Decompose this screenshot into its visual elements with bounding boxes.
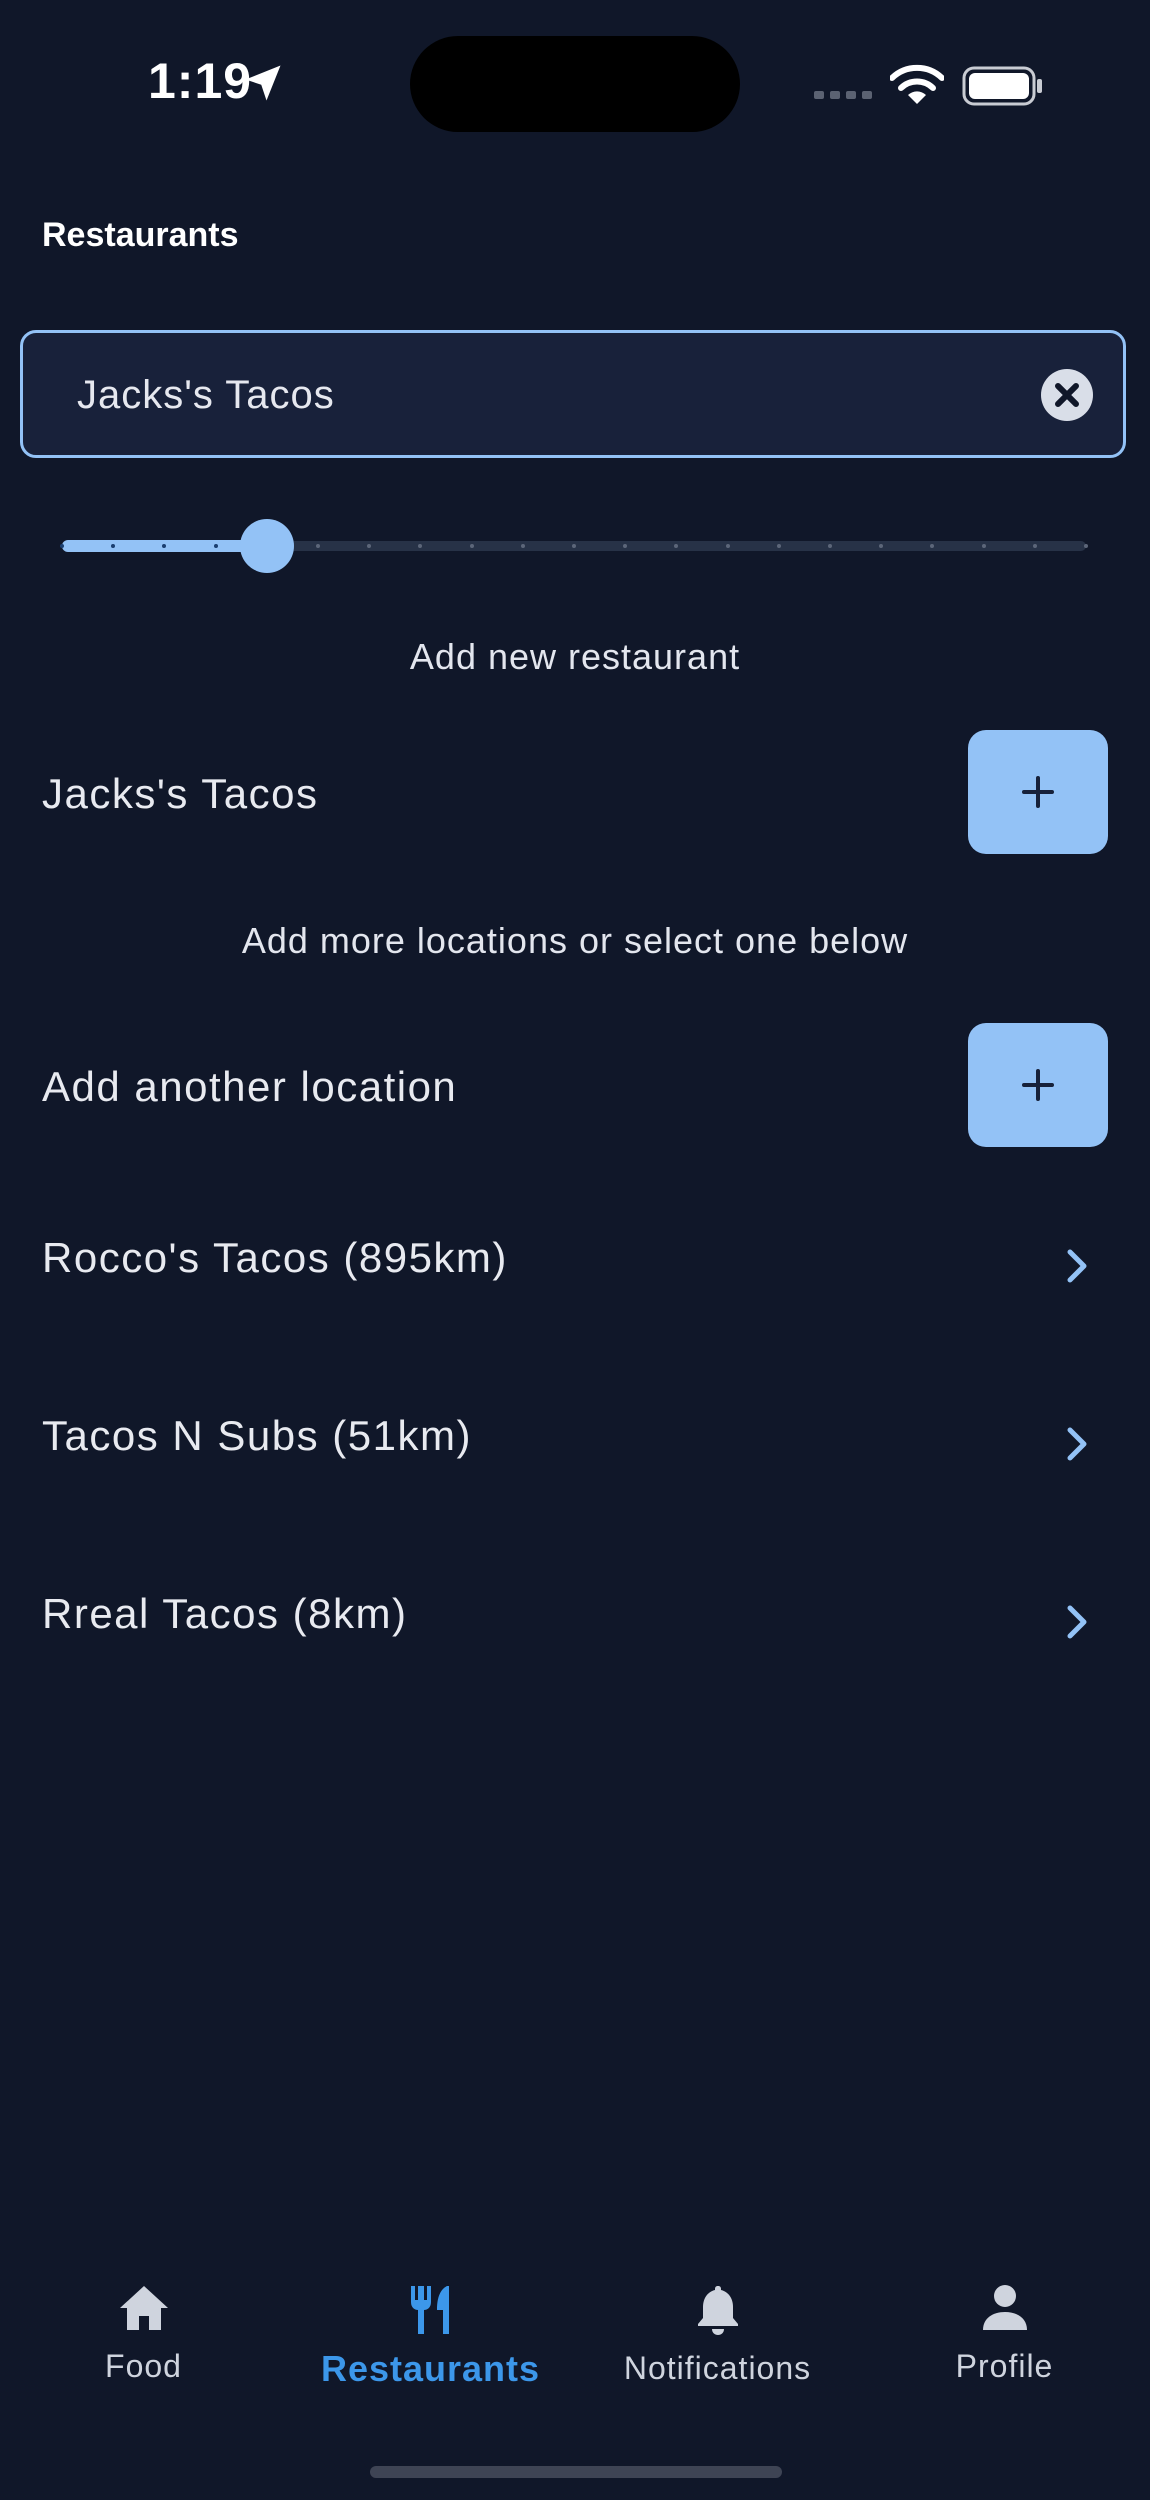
slider-step-dot <box>828 544 832 548</box>
slider-step-dot <box>776 544 781 548</box>
plus-icon <box>1022 776 1054 808</box>
wifi-icon <box>890 64 944 104</box>
fork-knife-icon <box>410 2286 449 2334</box>
plus-icon <box>1022 1069 1054 1101</box>
distance-slider[interactable] <box>60 519 1088 573</box>
dynamic-island <box>410 36 740 132</box>
nav-item-notifications[interactable]: Notifications <box>574 2260 861 2400</box>
slider-step-dot <box>316 544 320 548</box>
slider-step-dot <box>572 544 576 548</box>
bottom-nav: Food Restaurants Notifications Profile <box>0 2260 1150 2440</box>
nav-label: Food <box>105 2348 182 2384</box>
slider-step-dot <box>981 544 986 548</box>
slider-step-dot <box>1084 544 1088 548</box>
new-restaurant-name: Jacks's Tacos <box>42 770 319 817</box>
slider-step-dot <box>725 544 730 548</box>
slider-step-dot <box>60 544 64 548</box>
location-item-label: Tacos N Subs (51km) <box>42 1412 472 1459</box>
slider-thumb[interactable] <box>239 519 294 573</box>
nav-item-food[interactable]: Food <box>0 2260 287 2400</box>
nav-label: Profile <box>955 2348 1054 2384</box>
slider-step-dot <box>520 544 525 548</box>
clear-button[interactable] <box>1041 369 1093 421</box>
search-field[interactable] <box>20 330 1126 458</box>
chevron-right-icon <box>1067 1249 1087 1283</box>
location-item-label: Rreal Tacos (8km) <box>42 1590 408 1637</box>
cellular-signal-icon <box>814 91 872 99</box>
add-location-label: Add another location <box>42 1063 458 1110</box>
nav-item-restaurants[interactable]: Restaurants <box>287 2260 574 2400</box>
location-item-label: Rocco's Tacos (895km) <box>42 1234 508 1281</box>
nav-label: Notifications <box>623 2350 812 2386</box>
add-new-restaurant-label: Add new restaurant <box>409 636 741 677</box>
location-item-roccos-tacos[interactable]: Rocco's Tacos (895km) <box>0 1204 1150 1324</box>
search-input[interactable] <box>75 361 979 429</box>
home-indicator <box>370 2466 782 2478</box>
bell-icon <box>697 2286 738 2335</box>
location-arrow-icon <box>245 65 281 101</box>
nav-label: Restaurants <box>320 2348 541 2389</box>
nav-item-profile[interactable]: Profile <box>861 2260 1148 2400</box>
close-icon <box>1055 383 1079 407</box>
status-time: 1:19 <box>148 53 253 109</box>
add-restaurant-button[interactable] <box>968 730 1108 854</box>
home-icon <box>119 2286 168 2330</box>
slider-step-dot <box>1032 544 1037 548</box>
battery-icon <box>962 66 1042 106</box>
person-icon <box>982 2285 1027 2330</box>
slider-step-dot <box>213 544 218 548</box>
slider-step-dot <box>469 544 474 548</box>
location-item-rreal-tacos[interactable]: Rreal Tacos (8km) <box>0 1560 1150 1680</box>
add-location-button[interactable] <box>968 1023 1108 1147</box>
location-item-tacos-n-subs[interactable]: Tacos N Subs (51km) <box>0 1382 1150 1502</box>
chevron-right-icon <box>1067 1605 1087 1639</box>
locations-section-label: Add more locations or select one below <box>241 920 909 961</box>
chevron-right-icon <box>1067 1427 1087 1461</box>
page-title: Restaurants <box>42 216 239 254</box>
